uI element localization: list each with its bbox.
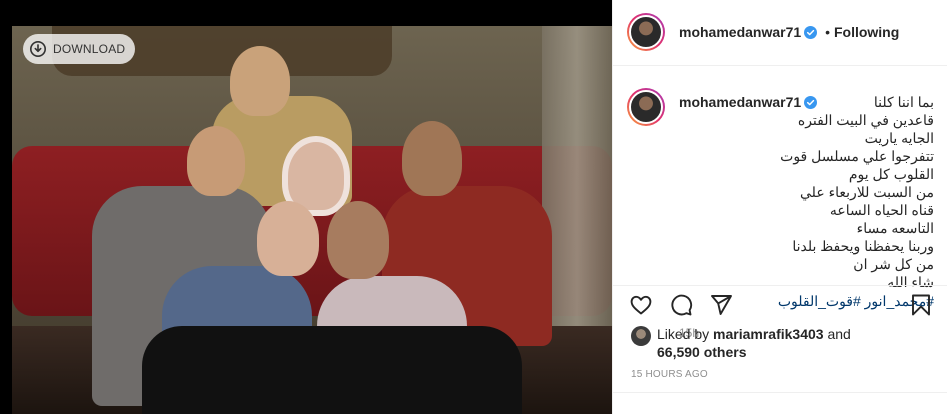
person-legs (142, 326, 522, 414)
liked-by-and: and (827, 326, 851, 342)
share-icon[interactable] (709, 293, 733, 317)
post-side-panel: mohamedanwar71 • Following mohamedanwar71… (612, 0, 947, 414)
verified-badge-icon (804, 26, 818, 39)
post-actions-bar (613, 285, 947, 325)
divider (613, 392, 947, 393)
separator-dot: • (825, 24, 830, 40)
post-header: mohamedanwar71 • Following (613, 0, 947, 66)
posted-time[interactable]: 15 HOURS AGO (631, 369, 708, 380)
person-head (187, 126, 245, 196)
comment-icon[interactable] (669, 293, 693, 317)
author-line: mohamedanwar71 • Following (679, 24, 899, 40)
person-head (230, 46, 290, 116)
person-head (257, 201, 319, 276)
following-button[interactable]: Following (834, 24, 899, 40)
author-username[interactable]: mohamedanwar71 (679, 24, 801, 40)
liked-by-prefix: Liked by (657, 326, 710, 342)
photo-top-bar (0, 0, 612, 26)
caption-text: بما اننا كلنا قاعدين في البيت الفتره الج… (780, 94, 934, 290)
instagram-post-view: DOWNLOAD mohamedanwar71 • Following moham… (0, 0, 947, 414)
verified-badge-icon (804, 96, 818, 109)
others-count[interactable]: 66,590 others (657, 343, 747, 361)
liked-by-user[interactable]: mariamrafik3403 (713, 326, 824, 342)
caption-username[interactable]: mohamedanwar71 (679, 94, 801, 110)
bookmark-icon[interactable] (909, 293, 933, 317)
person-head (327, 201, 389, 279)
liker-avatar[interactable] (631, 326, 651, 346)
post-photo: DOWNLOAD (0, 0, 612, 414)
caption-author-avatar[interactable] (627, 88, 665, 126)
download-label: DOWNLOAD (53, 42, 126, 56)
liked-by-line: Liked by mariamrafik3403 and (657, 325, 851, 343)
person-head (402, 121, 462, 196)
family-photo-image (12, 26, 612, 414)
heart-icon[interactable] (629, 293, 653, 317)
download-circle-icon (29, 40, 47, 58)
author-avatar[interactable] (627, 13, 665, 51)
download-button[interactable]: DOWNLOAD (23, 34, 136, 64)
